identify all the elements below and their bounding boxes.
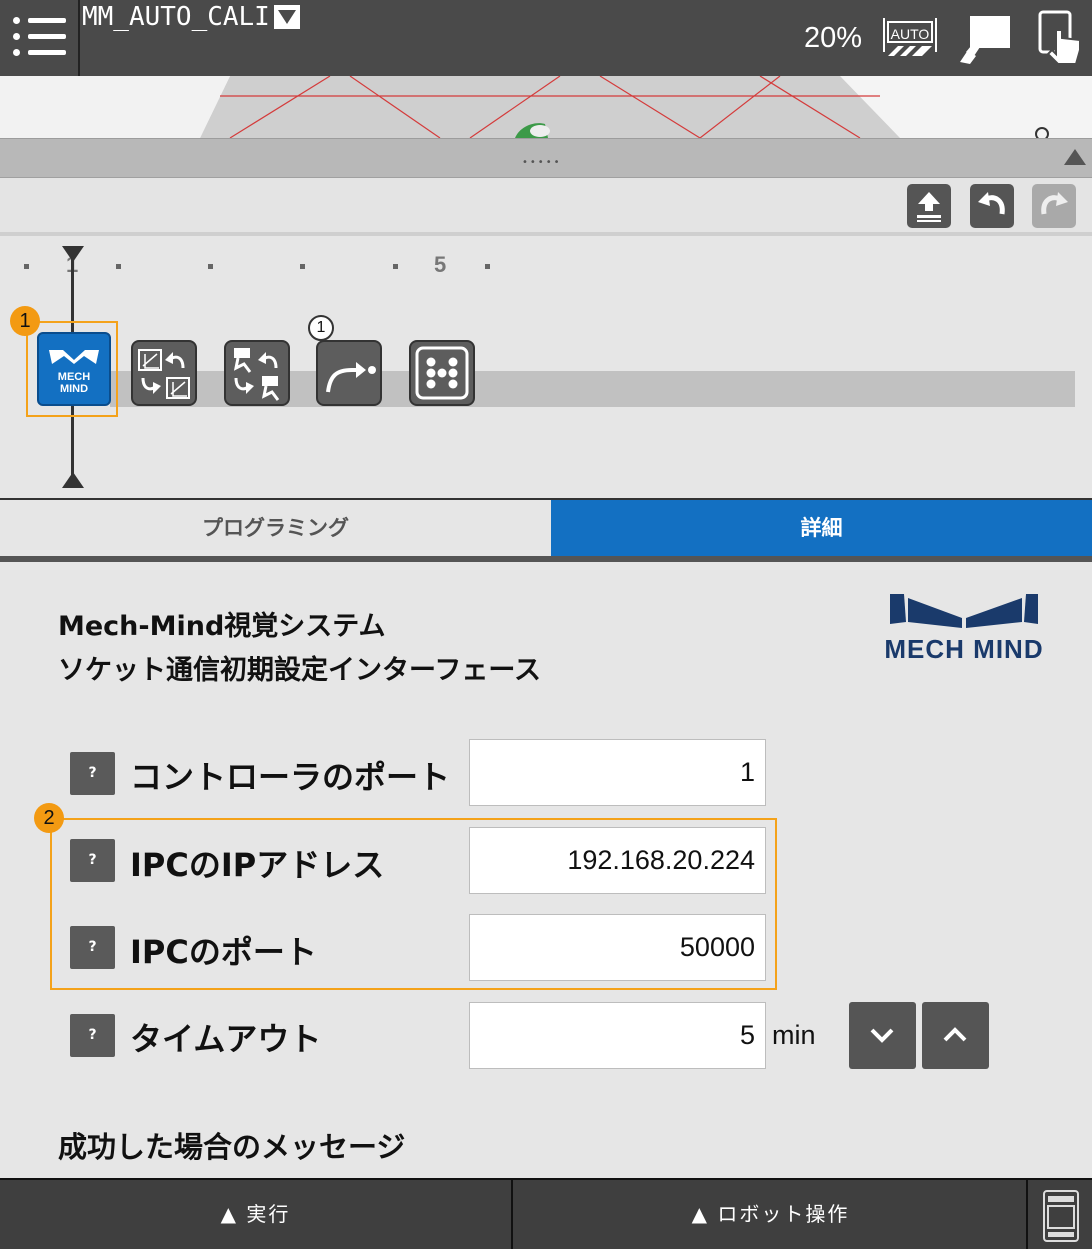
redo-icon xyxy=(1041,192,1068,215)
mech-mind-logo-icon: MECH MIND xyxy=(49,350,99,395)
timeout-unit: min xyxy=(772,1020,816,1050)
undo-button[interactable] xyxy=(970,184,1014,228)
mech-mind-node[interactable]: MECH MIND xyxy=(37,332,111,406)
callout-badge-2: 2 xyxy=(34,803,64,833)
timeout-decrement-button[interactable] xyxy=(849,1002,916,1069)
tab-programming[interactable]: プログラミング xyxy=(0,500,551,556)
floor-grid xyxy=(0,76,1049,138)
mech-mind-logo: MECH MIND xyxy=(884,594,1043,664)
grid-node[interactable] xyxy=(409,340,475,406)
logo-text: MECH MIND xyxy=(884,634,1043,664)
ipc-ip-input[interactable]: 192.168.20.224 xyxy=(469,827,766,894)
pendant-button[interactable] xyxy=(1030,1180,1092,1249)
run-button[interactable]: ▲ 実行 xyxy=(0,1180,513,1249)
grid-dots-icon xyxy=(415,346,469,400)
chevron-up-icon xyxy=(943,1027,967,1042)
bottom-bar: ▲ 実行 ▲ ロボット操作 xyxy=(0,1178,1092,1249)
timeout-label: タイムアウト xyxy=(130,1020,322,1058)
cursor-top-marker-icon[interactable] xyxy=(62,246,84,262)
move-path-icon xyxy=(326,362,376,393)
upload-button[interactable] xyxy=(907,184,951,228)
ipc-port-label: IPCのポート xyxy=(130,933,317,971)
node-label-line1: MECH xyxy=(58,371,90,383)
move-node[interactable] xyxy=(316,340,382,406)
chevron-down-icon xyxy=(870,1028,894,1043)
node-label-line2: MIND xyxy=(60,383,88,395)
auto-mode-icon[interactable]: AUTO xyxy=(880,14,940,60)
panel-title-line2: ソケット通信初期設定インターフェース xyxy=(58,655,542,686)
program-timeline[interactable]: 1 5 1 MECH MIND xyxy=(0,240,1092,498)
ipc-port-input[interactable]: 50000 xyxy=(469,914,766,981)
panel-title-line1: Mech-Mind視覚システム xyxy=(58,611,386,642)
collapse-icon[interactable] xyxy=(1064,149,1086,165)
robot-operation-button[interactable]: ▲ ロボット操作 xyxy=(515,1180,1028,1249)
controller-port-label: コントローラのポート xyxy=(130,758,451,796)
dropdown-arrow-icon[interactable] xyxy=(274,5,300,29)
tab-detail[interactable]: 詳細 xyxy=(551,500,1092,556)
drag-handle-icon: ••••• xyxy=(522,157,562,168)
calibration-1-icon xyxy=(138,349,190,399)
callout-badge-1: 1 xyxy=(10,306,40,336)
redo-button[interactable] xyxy=(1032,184,1076,228)
upload-icon xyxy=(917,192,941,222)
timeout-input[interactable]: 5 xyxy=(469,1002,766,1069)
pendant-icon xyxy=(1043,1190,1079,1242)
robot-3d-view[interactable] xyxy=(0,76,1092,138)
tab-bar: プログラミング 詳細 xyxy=(0,498,1092,556)
help-button-controller-port[interactable]: ? xyxy=(70,752,115,795)
panel-resize-handle[interactable]: ••••• xyxy=(0,138,1092,178)
ruler-label-5: 5 xyxy=(434,252,447,277)
menu-icon[interactable] xyxy=(0,0,80,76)
help-button-ipc-port[interactable]: ? xyxy=(70,926,115,969)
detail-panel: Mech-Mind視覚システム ソケット通信初期設定インターフェース MECH … xyxy=(0,562,1092,1178)
calibration-2-icon xyxy=(233,348,280,401)
auto-icon-label: AUTO xyxy=(891,26,930,42)
timeout-increment-button[interactable] xyxy=(922,1002,989,1069)
speed-override[interactable]: 20% xyxy=(804,22,862,55)
success-message-heading: 成功した場合のメッセージ xyxy=(58,1130,406,1164)
help-button-ipc-ip[interactable]: ? xyxy=(70,839,115,882)
ipc-ip-label: IPCのIPアドレス xyxy=(130,846,385,884)
calibration-node-2[interactable] xyxy=(224,340,290,406)
node-count-badge: 1 xyxy=(308,315,334,341)
teach-pendant-icon[interactable] xyxy=(956,12,1014,66)
touch-icon[interactable] xyxy=(1036,10,1086,66)
top-bar: MM_AUTO_CALI 20% AUTO xyxy=(0,0,1092,76)
calibration-node-1[interactable] xyxy=(131,340,197,406)
program-toolbar xyxy=(0,178,1092,236)
program-name[interactable]: MM_AUTO_CALI xyxy=(82,2,270,32)
cursor-bottom-marker-icon[interactable] xyxy=(62,472,84,488)
controller-port-input[interactable]: 1 xyxy=(469,739,766,806)
undo-icon xyxy=(978,192,1005,215)
help-button-timeout[interactable]: ? xyxy=(70,1014,115,1057)
